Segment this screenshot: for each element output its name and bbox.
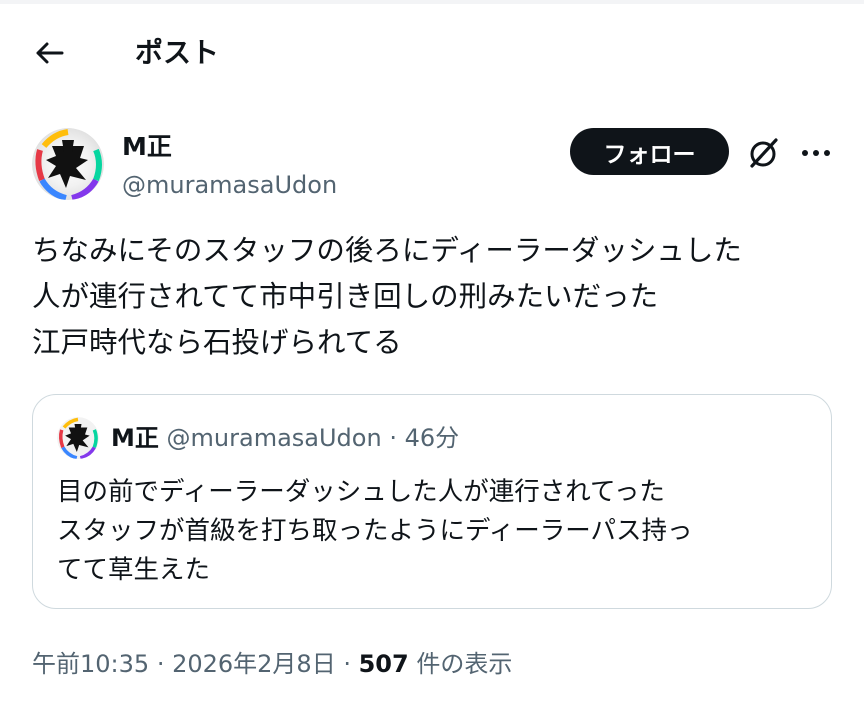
meta-separator: · <box>156 650 173 678</box>
quoted-post-meta: M正 @muramasaUdon · 46分 <box>111 419 459 457</box>
post-text-line: 人が連行されてて市中引き回しの刑みたいだった <box>32 280 659 313</box>
author-handle[interactable]: @muramasaUdon <box>122 168 337 202</box>
author-name[interactable]: M正 <box>122 130 172 164</box>
post-date[interactable]: 2026年2月8日 <box>172 650 336 678</box>
author-avatar[interactable] <box>32 128 104 200</box>
post-text: ちなみにそのスタッフの後ろにディーラーダッシュした 人が連行されてて市中引き回し… <box>32 228 842 366</box>
meta-separator: · <box>343 650 359 678</box>
arrow-left-icon <box>36 42 64 64</box>
views-label: 件の表示 <box>416 650 513 678</box>
views-count: 507 <box>358 650 409 678</box>
quoted-author-avatar <box>57 417 99 459</box>
grok-slash-icon <box>750 138 778 168</box>
back-button[interactable] <box>24 30 74 76</box>
quoted-text-line: てて草生えた <box>57 555 211 585</box>
grok-button[interactable] <box>742 132 784 174</box>
page-title: ポスト <box>135 36 220 69</box>
quoted-post-time: 46分 <box>404 424 460 452</box>
post-text-line: ちなみにそのスタッフの後ろにディーラーダッシュした <box>32 234 742 267</box>
post-meta: 午前10:35 · 2026年2月8日 · 507 件の表示 <box>32 644 512 684</box>
quoted-author-handle: @muramasaUdon <box>166 424 382 452</box>
post-time[interactable]: 午前10:35 <box>32 650 149 678</box>
quoted-text-line: 目の前でディーラーダッシュした人が連行されてった <box>57 477 665 507</box>
follow-button[interactable]: フォロー <box>570 128 729 175</box>
more-horizontal-icon <box>802 150 830 156</box>
quoted-author-name: M正 <box>111 424 159 452</box>
quoted-post-card[interactable]: M正 @muramasaUdon · 46分 目の前でディーラーダッシュした人が… <box>32 394 832 609</box>
more-button[interactable] <box>793 132 839 174</box>
quoted-post-text: 目の前でディーラーダッシュした人が連行されてった スタッフが首級を打ち取ったよう… <box>57 473 817 590</box>
meta-separator: · <box>389 424 397 452</box>
quoted-text-line: スタッフが首級を打ち取ったようにディーラーパス持っ <box>57 516 693 546</box>
page-header: ポスト <box>0 0 864 106</box>
post-text-line: 江戸時代なら石投げられてる <box>32 326 402 359</box>
